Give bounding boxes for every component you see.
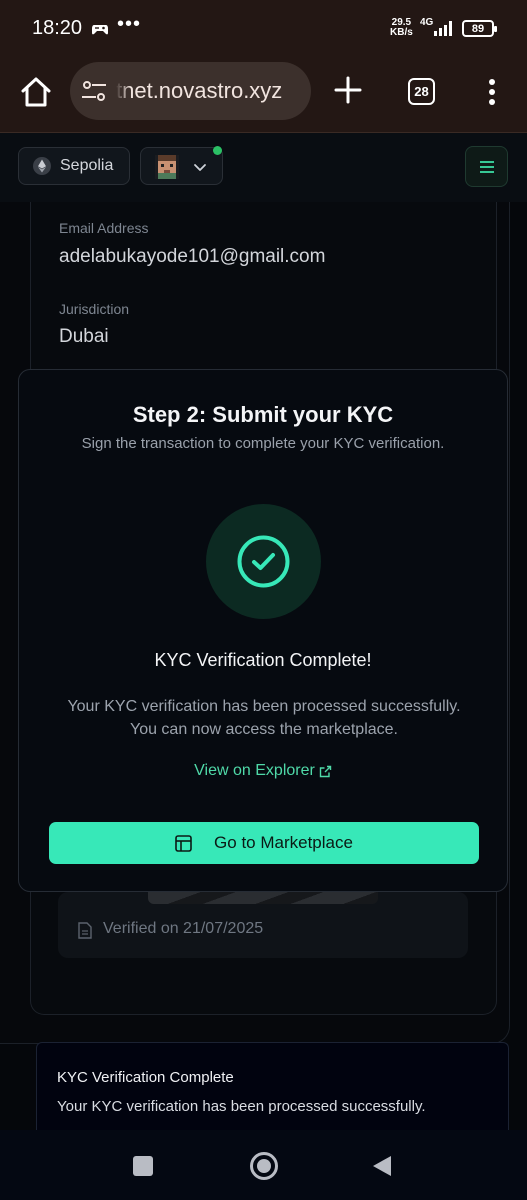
browser-toolbar: tnet.novastro.xyz 28 xyxy=(0,60,527,132)
tab-count: 28 xyxy=(414,84,429,99)
layout-icon xyxy=(175,834,192,852)
tab-switcher-button[interactable]: 28 xyxy=(408,78,435,105)
recents-icon[interactable] xyxy=(133,1156,153,1176)
home-icon[interactable] xyxy=(18,74,54,110)
speed-unit: KB/s xyxy=(390,27,413,38)
clock: 18:20 xyxy=(32,17,83,39)
modal-title: Step 2: Submit your KYC xyxy=(132,402,394,427)
jurisdiction-value: Dubai xyxy=(59,326,109,347)
document-icon xyxy=(78,922,92,939)
wallet-button[interactable] xyxy=(140,146,223,185)
network-label: Sepolia xyxy=(60,157,114,174)
marketplace-button-label: Go to Marketplace xyxy=(214,833,353,852)
kyc-modal: Step 2: Submit your KYC Sign the transac… xyxy=(18,369,508,892)
network-selector[interactable]: Sepolia xyxy=(18,147,130,185)
app-header: Sepolia xyxy=(0,132,527,202)
site-settings-icon[interactable] xyxy=(80,78,108,104)
jurisdiction-label: Jurisdiction xyxy=(59,301,130,317)
go-to-marketplace-button[interactable]: Go to Marketplace xyxy=(49,822,479,864)
game-controller-icon xyxy=(92,25,108,35)
new-tab-icon[interactable] xyxy=(332,74,364,106)
home-circle-icon[interactable] xyxy=(249,1151,279,1181)
battery-icon: 89 xyxy=(462,20,497,37)
ethereum-icon xyxy=(33,157,51,175)
status-bar: 18:20 ••• 29.5 KB/s 4G 89 xyxy=(0,0,527,60)
success-badge xyxy=(206,504,321,619)
check-circle-icon xyxy=(237,535,290,588)
more-options-icon[interactable] xyxy=(482,78,502,106)
toast-title: KYC Verification Complete xyxy=(57,1069,234,1086)
signal-icon xyxy=(434,21,452,36)
toast-notification[interactable]: KYC Verification Complete Your KYC verif… xyxy=(36,1042,509,1132)
back-triangle-icon[interactable] xyxy=(371,1154,393,1178)
modal-subtitle: Sign the transaction to complete your KY… xyxy=(81,435,445,452)
external-link-icon xyxy=(319,765,332,777)
hamburger-icon xyxy=(480,161,494,173)
complete-description: Your KYC verification has been processed… xyxy=(67,698,461,738)
toast-description: Your KYC verification has been processed… xyxy=(57,1098,426,1115)
online-indicator xyxy=(213,146,222,155)
email-value: adelabukayode101@gmail.com xyxy=(59,246,326,267)
explorer-link-label: View on Explorer xyxy=(194,762,315,779)
chevron-down-icon xyxy=(194,164,206,171)
system-nav-bar xyxy=(0,1130,527,1200)
view-on-explorer-link[interactable]: View on Explorer xyxy=(19,762,507,780)
email-label: Email Address xyxy=(59,220,149,236)
menu-button[interactable] xyxy=(465,146,508,187)
url-fade xyxy=(116,74,130,106)
avatar xyxy=(155,155,179,179)
complete-title: KYC Verification Complete! xyxy=(154,650,372,670)
notification-dots: ••• xyxy=(117,13,142,35)
battery-level: 89 xyxy=(471,22,485,35)
network-speed: 29.5 KB/s xyxy=(390,18,413,38)
verified-date: Verified on 21/07/2025 xyxy=(103,920,264,937)
document-preview xyxy=(148,892,378,904)
url-text[interactable]: tnet.novastro.xyz xyxy=(116,78,306,104)
